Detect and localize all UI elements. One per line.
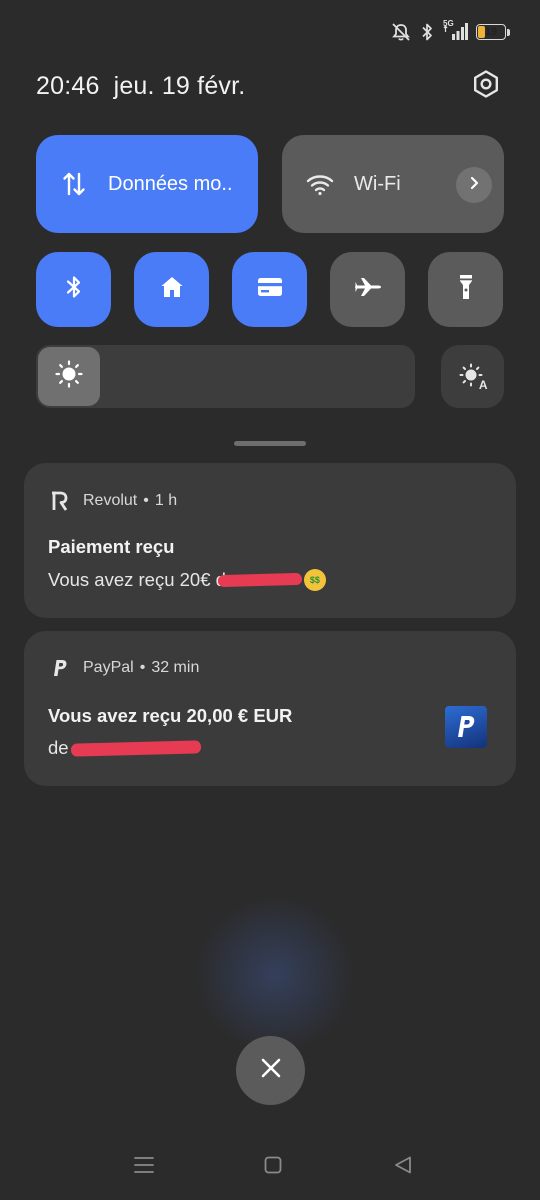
shade-drag-handle[interactable] (234, 441, 306, 446)
notification-title: Paiement reçu (48, 536, 175, 557)
notification-header: Revolut • 1 h (50, 491, 177, 511)
mobile-data-tile[interactable]: Données mo.. (36, 135, 258, 233)
separator: • (139, 659, 146, 676)
home-tile[interactable] (134, 252, 209, 327)
chevron-right-icon (467, 176, 481, 195)
notification-body: Vous avez reçu 20€ d $$ (48, 569, 326, 591)
airplane-tile[interactable] (330, 252, 405, 327)
background-glow (190, 900, 360, 1050)
settings-button[interactable] (468, 68, 504, 104)
notification-time: 32 min (151, 659, 200, 676)
paypal-icon (50, 658, 70, 678)
battery-icon: 19 (476, 24, 510, 40)
wifi-label: Wi-Fi (354, 172, 401, 195)
menu-button[interactable] (129, 1152, 159, 1182)
card-tile[interactable] (232, 252, 307, 327)
wifi-icon (306, 172, 334, 196)
notification-time: 1 h (154, 492, 178, 509)
auto-brightness-icon: A (458, 362, 488, 392)
notification-paypal[interactable]: PayPal • 32 min Vous avez reçu 20,00 € E… (24, 631, 516, 786)
paypal-logo-icon (445, 706, 487, 748)
navigation-bar (0, 1152, 540, 1182)
close-icon (259, 1056, 283, 1085)
network-type-label: 5G (443, 19, 454, 28)
auto-label: A (478, 377, 488, 392)
date[interactable]: jeu. 19 févr. (114, 72, 246, 100)
menu-icon (133, 1155, 155, 1180)
back-button[interactable] (388, 1152, 418, 1182)
date-time: 20:46 jeu. 19 févr. (36, 72, 245, 101)
clock[interactable]: 20:46 (36, 72, 100, 100)
revolut-icon (50, 491, 70, 511)
flashlight-tile[interactable] (428, 252, 503, 327)
wifi-tile[interactable]: Wi-Fi (282, 135, 504, 233)
bluetooth-icon (420, 22, 434, 42)
wifi-details-button[interactable] (456, 167, 492, 203)
brightness-thumb[interactable] (38, 347, 100, 406)
notification-revolut[interactable]: Revolut • 1 h Paiement reçu Vous avez re… (24, 463, 516, 618)
auto-brightness-button[interactable]: A (441, 345, 504, 408)
brightness-slider[interactable] (36, 345, 415, 408)
redaction-mark (217, 572, 303, 588)
app-name: PayPal (83, 659, 134, 676)
separator: • (143, 492, 149, 509)
bluetooth-tile[interactable] (36, 252, 111, 327)
gear-icon (471, 69, 501, 104)
home-icon (159, 274, 185, 305)
body-text: de (48, 737, 69, 758)
app-name: Revolut (83, 492, 138, 509)
notification-body: de (48, 737, 201, 759)
back-triangle-icon (393, 1155, 413, 1180)
notification-header: PayPal • 32 min (50, 658, 199, 678)
battery-fill (478, 26, 485, 38)
card-icon (256, 276, 284, 303)
signal-icon: 5G (442, 19, 468, 42)
square-icon (263, 1155, 283, 1180)
money-mouth-emoji-icon: $$ (303, 569, 326, 591)
airplane-icon (353, 275, 383, 304)
shade-header: 20:46 jeu. 19 févr. (36, 68, 504, 104)
home-button[interactable] (258, 1152, 288, 1182)
mute-icon (390, 22, 412, 42)
notification-title: Vous avez reçu 20,00 € EUR (48, 705, 293, 726)
mobile-data-icon (60, 171, 88, 197)
sun-icon (54, 359, 84, 394)
mobile-data-label: Données mo.. (108, 172, 233, 195)
bluetooth-icon (64, 274, 84, 305)
flashlight-icon (455, 272, 477, 307)
body-text: Vous avez reçu 20€ d (48, 569, 226, 590)
battery-level: 19 (484, 26, 498, 38)
status-bar: 5G 19 (390, 18, 510, 46)
redaction-mark (70, 739, 201, 757)
clear-notifications-button[interactable] (236, 1036, 305, 1105)
